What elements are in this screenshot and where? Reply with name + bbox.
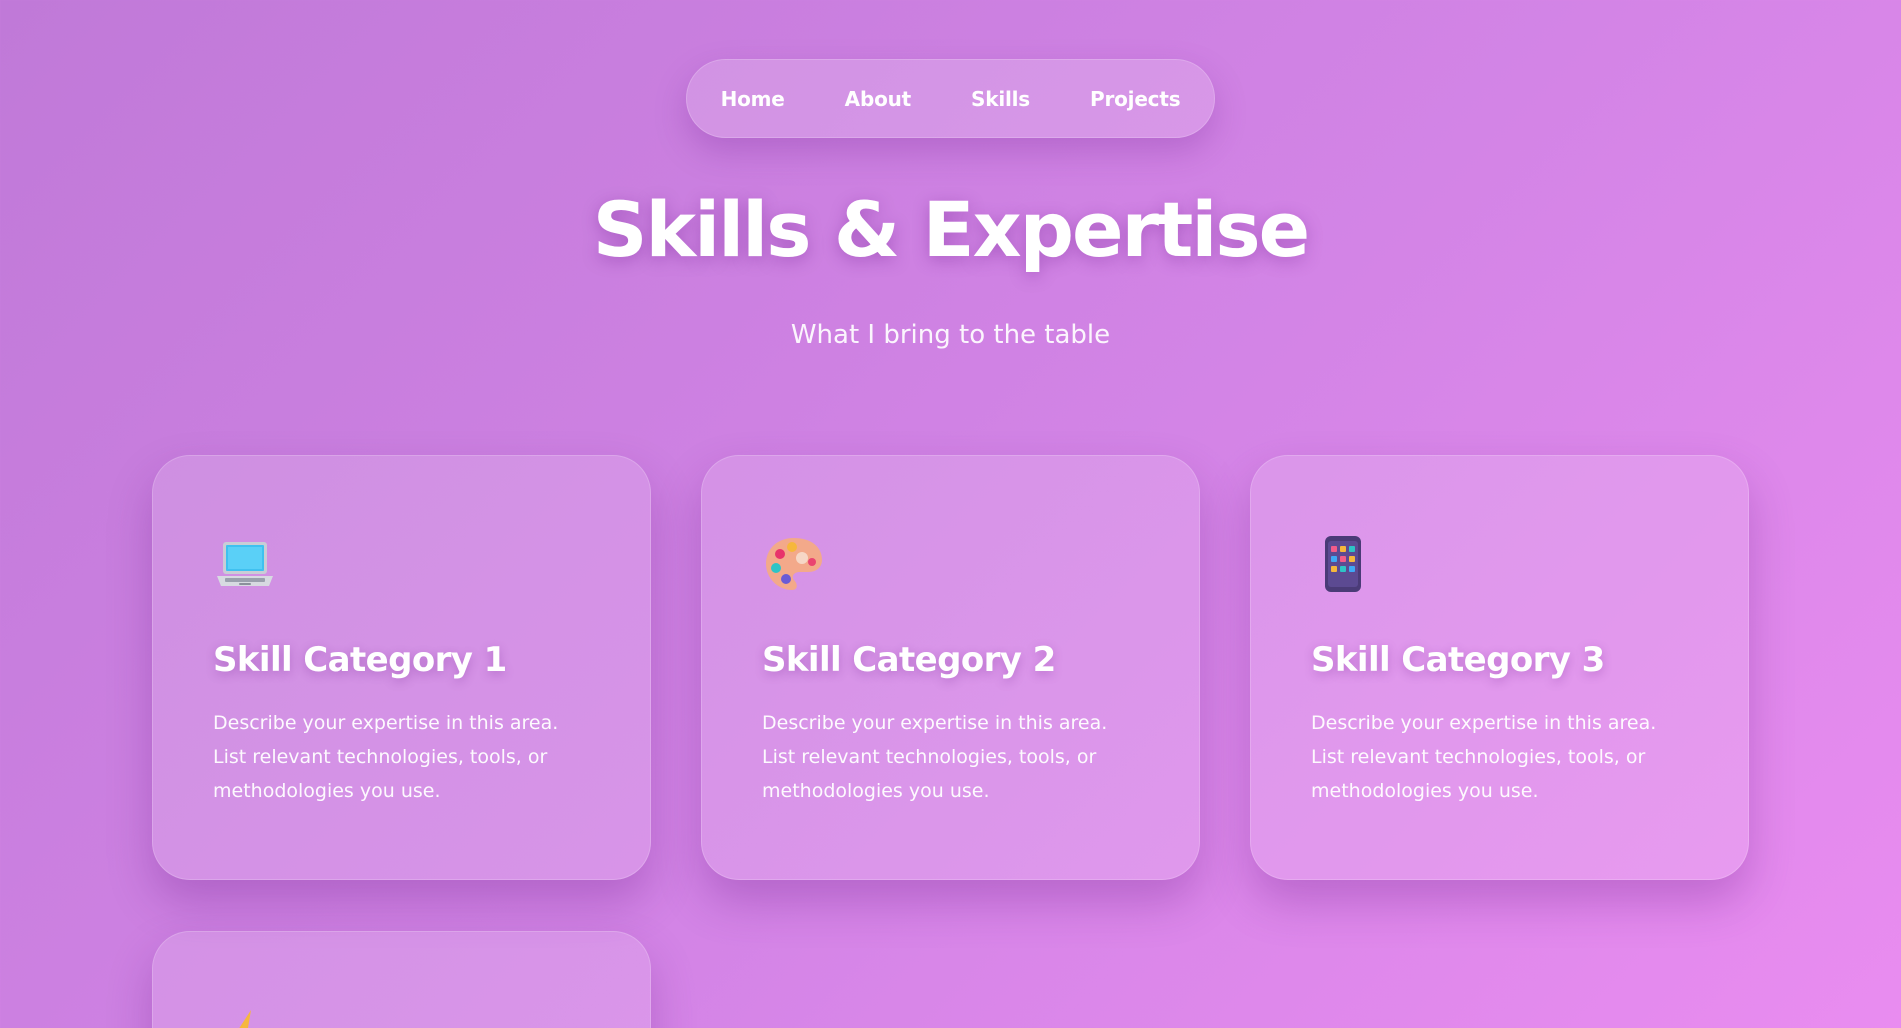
card-title: Skill Category 2 xyxy=(762,640,1056,680)
nav-link-home[interactable]: Home xyxy=(721,87,785,111)
nav-link-projects[interactable]: Projects xyxy=(1090,87,1181,111)
skill-card-1: Skill Category 1 Describe your expertise… xyxy=(152,455,651,880)
card-description: Describe your expertise in this area. Li… xyxy=(1311,712,1657,802)
card-title: Skill Category 3 xyxy=(1311,640,1605,680)
page-subtitle: What I bring to the table xyxy=(790,320,1111,350)
top-nav: Home About Skills Projects xyxy=(686,59,1215,138)
card-description: Describe your expertise in this area. Li… xyxy=(213,712,559,802)
mobile-phone-icon xyxy=(1325,536,1361,592)
nav-link-skills[interactable]: Skills xyxy=(971,87,1030,111)
page-title: Skills & Expertise xyxy=(592,185,1310,274)
skill-card-4 xyxy=(152,931,651,1028)
card-description: Describe your expertise in this area. Li… xyxy=(762,712,1108,802)
nav-link-about[interactable]: About xyxy=(845,87,912,111)
laptop-icon xyxy=(217,542,273,586)
card-title: Skill Category 1 xyxy=(213,640,507,680)
lightning-icon xyxy=(239,1010,251,1028)
skill-card-3: Skill Category 3 Describe your expertise… xyxy=(1250,455,1749,880)
skill-card-2: Skill Category 2 Describe your expertise… xyxy=(701,455,1200,880)
palette-icon xyxy=(766,538,822,590)
